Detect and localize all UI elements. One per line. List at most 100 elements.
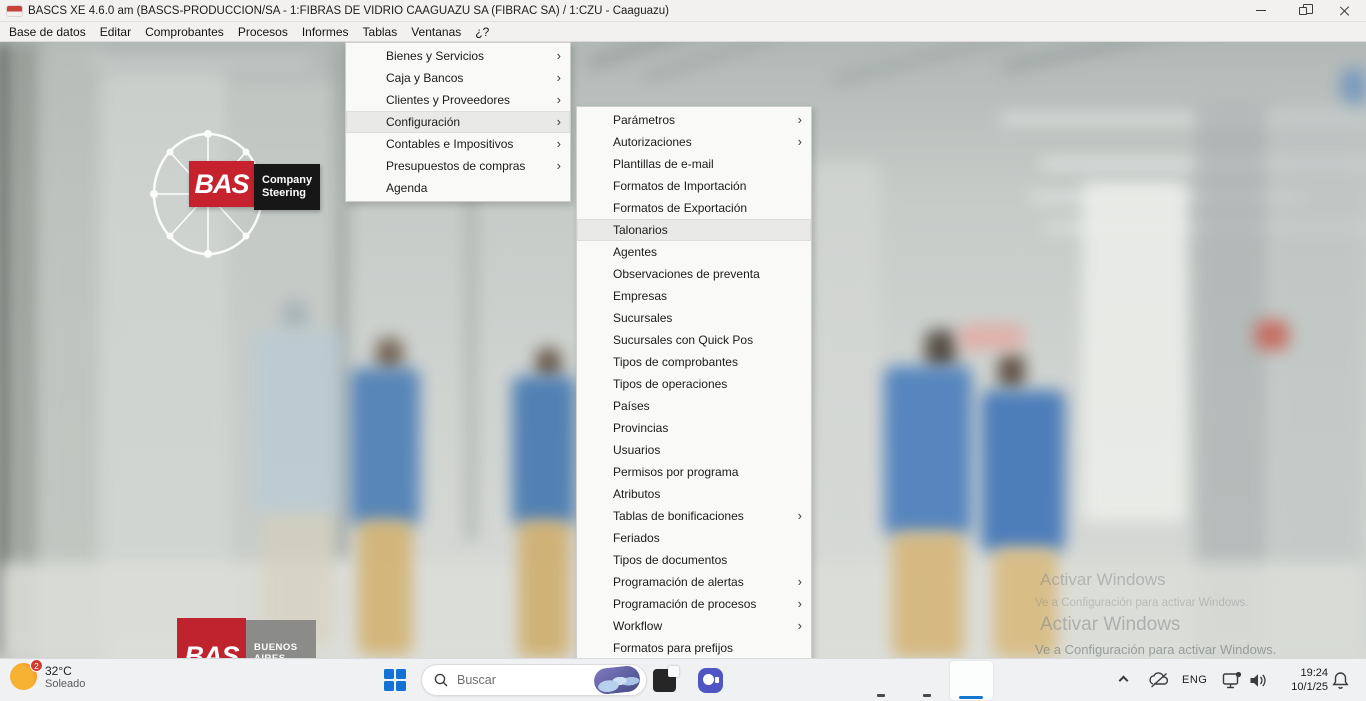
bas-logo-text: BAS bbox=[194, 169, 248, 200]
speaker-icon[interactable] bbox=[1249, 672, 1268, 689]
background-blob bbox=[832, 42, 1028, 85]
menu-item-label: Tipos de operaciones bbox=[613, 377, 727, 391]
activate-windows-watermark: Activar Windows bbox=[1040, 570, 1166, 590]
menu-item[interactable]: Tablas de bonificaciones bbox=[577, 505, 811, 527]
menu-item[interactable]: Empresas bbox=[577, 285, 811, 307]
menu-bar-item[interactable]: Comprobantes bbox=[138, 23, 231, 41]
notification-bell-icon[interactable] bbox=[1332, 671, 1349, 690]
start-button[interactable] bbox=[384, 669, 407, 692]
menu-item-label: Atributos bbox=[613, 487, 660, 501]
close-icon bbox=[1339, 5, 1351, 17]
menu-item[interactable]: Formatos para prefijos bbox=[577, 637, 811, 658]
menu-item[interactable]: Sucursales con Quick Pos bbox=[577, 329, 811, 351]
menu-item-label: Agentes bbox=[613, 245, 657, 259]
chevron-right-icon bbox=[798, 596, 802, 611]
menu-item-label: Bienes y Servicios bbox=[386, 49, 484, 63]
menu-item[interactable]: Plantillas de e-mail bbox=[577, 153, 811, 175]
menu-bar-item[interactable]: ¿? bbox=[468, 23, 496, 41]
menu-item-label: Plantillas de e-mail bbox=[613, 157, 714, 171]
menu-item[interactable]: Usuarios bbox=[577, 439, 811, 461]
menu-item[interactable]: Agenda bbox=[346, 177, 570, 199]
menu-item[interactable]: Tipos de documentos bbox=[577, 549, 811, 571]
menu-item[interactable]: Observaciones de preventa bbox=[577, 263, 811, 285]
menu-item[interactable]: Permisos por programa bbox=[577, 461, 811, 483]
menu-item-label: Workflow bbox=[613, 619, 662, 633]
screen: BASCS XE 4.6.0 am (BASCS-PRODUCCION/SA -… bbox=[0, 0, 1366, 701]
weather-widget[interactable]: 2 32°C Soleado bbox=[10, 663, 85, 690]
menu-item[interactable]: Caja y Bancos bbox=[346, 67, 570, 89]
company-text: Company bbox=[262, 174, 320, 187]
menu-item-label: Configuración bbox=[386, 115, 460, 129]
close-button[interactable] bbox=[1324, 0, 1366, 22]
menu-item[interactable]: Feriados bbox=[577, 527, 811, 549]
menu-item-label: Tipos de comprobantes bbox=[613, 355, 738, 369]
activate-windows-watermark-sub: Ve a Configuración para activar Windows. bbox=[1035, 642, 1276, 657]
background-blob bbox=[282, 300, 308, 330]
menu-item[interactable]: Presupuestos de compras bbox=[346, 155, 570, 177]
chevron-right-icon bbox=[798, 508, 802, 523]
buenos-aires-label: BUENOS AIRES bbox=[246, 620, 316, 658]
menu-item[interactable]: Bienes y Servicios bbox=[346, 45, 570, 67]
menu-item[interactable]: Atributos bbox=[577, 483, 811, 505]
menu-item[interactable]: Formatos de Importación bbox=[577, 175, 811, 197]
menu-item[interactable]: Provincias bbox=[577, 417, 811, 439]
menu-item[interactable]: Programación de alertas bbox=[577, 571, 811, 593]
menu-item-label: Tipos de documentos bbox=[613, 553, 727, 567]
chevron-right-icon bbox=[798, 112, 802, 127]
background-blob bbox=[981, 390, 1065, 552]
windows-logo-icon bbox=[396, 669, 406, 679]
menu-bar-item[interactable]: Procesos bbox=[231, 23, 295, 41]
minimize-button[interactable] bbox=[1240, 0, 1282, 22]
menu-item[interactable]: Programación de procesos bbox=[577, 593, 811, 615]
taskbar-active-app-button[interactable] bbox=[950, 661, 993, 700]
menu-item-label: Provincias bbox=[613, 421, 668, 435]
menu-item[interactable]: Autorizaciones bbox=[577, 131, 811, 153]
menu-item-label: Programación de alertas bbox=[613, 575, 744, 589]
title-bar: BASCS XE 4.6.0 am (BASCS-PRODUCCION/SA -… bbox=[0, 0, 1366, 22]
menu-item-label: Empresas bbox=[613, 289, 667, 303]
menu-item[interactable]: Clientes y Proveedores bbox=[346, 89, 570, 111]
menu-item[interactable]: Formatos de Exportación bbox=[577, 197, 811, 219]
weather-text: 32°C Soleado bbox=[45, 664, 85, 690]
menu-item[interactable]: Parámetros bbox=[577, 109, 811, 131]
menu-bar-item[interactable]: Base de datos bbox=[2, 23, 93, 41]
bas-buenos-aires-logo: BAS bbox=[177, 618, 246, 658]
menu-item[interactable]: Agentes bbox=[577, 241, 811, 263]
taskbar-app-indicator[interactable] bbox=[877, 694, 885, 697]
sun-icon: 2 bbox=[10, 663, 37, 690]
search-highlight-icon[interactable] bbox=[593, 665, 641, 696]
menu-item[interactable]: Configuración bbox=[346, 111, 570, 133]
onedrive-cloud-icon[interactable] bbox=[1148, 672, 1170, 689]
menu-item-label: Programación de procesos bbox=[613, 597, 756, 611]
menu-bar-item[interactable]: Editar bbox=[93, 23, 138, 41]
menu-item[interactable]: Workflow bbox=[577, 615, 811, 637]
menu-item-label: Talonarios bbox=[613, 223, 668, 237]
menu-bar-item[interactable]: Ventanas bbox=[404, 23, 468, 41]
search-icon bbox=[434, 673, 448, 687]
menu-item[interactable]: Países bbox=[577, 395, 811, 417]
menu-item[interactable]: Tipos de comprobantes bbox=[577, 351, 811, 373]
menu-item-label: Parámetros bbox=[613, 113, 675, 127]
app-logo-icon bbox=[7, 6, 22, 16]
language-indicator[interactable]: ENG bbox=[1182, 674, 1207, 686]
menu-bar-item[interactable]: Tablas bbox=[356, 23, 405, 41]
network-monitor-icon[interactable] bbox=[1222, 671, 1242, 690]
menu-item[interactable]: Talonarios bbox=[577, 219, 811, 241]
chevron-right-icon bbox=[557, 158, 561, 173]
search-box[interactable]: Buscar bbox=[421, 664, 647, 696]
menu-item-label: Presupuestos de compras bbox=[386, 159, 525, 173]
activate-windows-watermark: Activar Windows bbox=[1040, 614, 1180, 636]
menu-item-label: Caja y Bancos bbox=[386, 71, 463, 85]
desktop: BAS Company Steering BAS BUENOS AIRES Ac… bbox=[0, 42, 1366, 658]
dark-app-icon[interactable] bbox=[653, 669, 676, 692]
menu-item[interactable]: Tipos de operaciones bbox=[577, 373, 811, 395]
restore-button[interactable] bbox=[1282, 0, 1324, 22]
menu-item[interactable]: Contables e Impositivos bbox=[346, 133, 570, 155]
tray-chevron-up-icon[interactable] bbox=[1119, 676, 1129, 686]
menu-item[interactable]: Sucursales bbox=[577, 307, 811, 329]
search-placeholder: Buscar bbox=[457, 673, 496, 687]
taskbar-app-indicator[interactable] bbox=[923, 694, 931, 697]
menu-bar-item[interactable]: Informes bbox=[295, 23, 356, 41]
clock-widget[interactable]: 19:24 10/1/25 bbox=[1272, 666, 1328, 695]
chat-app-icon[interactable] bbox=[698, 668, 723, 693]
